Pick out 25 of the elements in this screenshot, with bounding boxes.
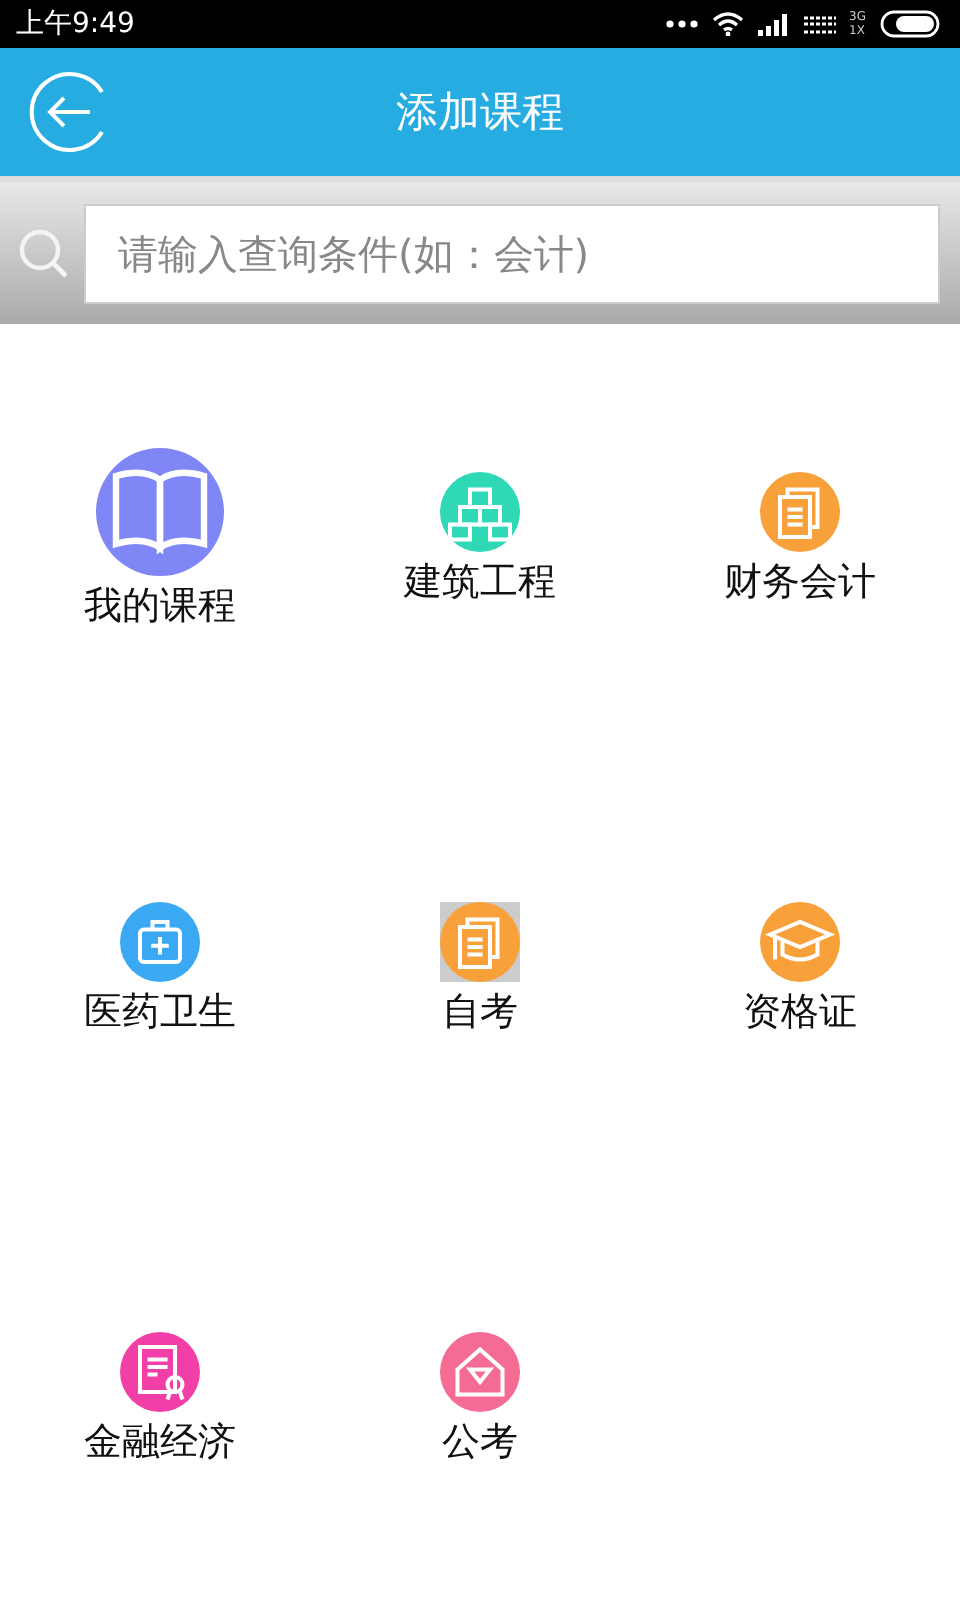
category-label: 医药卫生 — [84, 987, 236, 1037]
category-item[interactable]: 资格证 — [640, 754, 960, 1184]
wifi-icon — [711, 12, 744, 36]
status-time: 上午9:49 — [16, 6, 135, 42]
search-icon — [16, 225, 72, 281]
category-item[interactable]: 公考 — [320, 1184, 640, 1600]
category-label: 资格证 — [743, 987, 857, 1037]
search-field[interactable]: 请输入查询条件(如：会计) — [84, 203, 940, 303]
category-item[interactable]: 金融经济 — [0, 1184, 320, 1600]
page-title: 添加课程 — [396, 86, 564, 140]
category-label: 金融经济 — [84, 1417, 236, 1467]
battery-icon — [880, 10, 944, 38]
signal-icon — [757, 13, 790, 35]
category-item[interactable]: 医药卫生 — [0, 754, 320, 1184]
category-label: 建筑工程 — [404, 557, 556, 607]
category-item[interactable]: 我的课程 — [0, 324, 320, 754]
category-label: 我的课程 — [84, 581, 236, 631]
category-label: 自考 — [442, 987, 518, 1037]
category-item[interactable]: 财务会计 — [640, 324, 960, 754]
category-item[interactable]: 建筑工程 — [320, 324, 640, 754]
category-label: 公考 — [442, 1417, 518, 1467]
signal-icon — [803, 13, 836, 35]
category-label: 财务会计 — [724, 557, 876, 607]
more-icon — [665, 20, 698, 28]
category-item[interactable]: 自考 — [320, 754, 640, 1184]
